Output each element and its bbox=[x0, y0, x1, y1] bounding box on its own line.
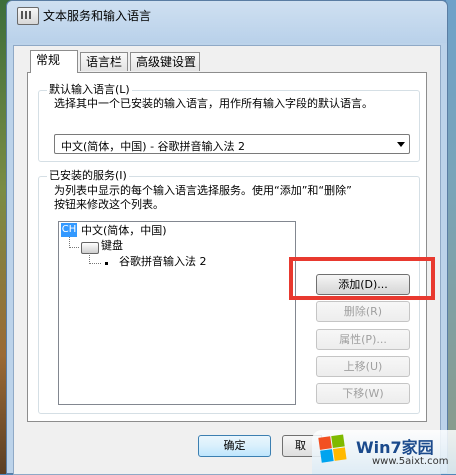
tab-advanced-key-settings[interactable]: 高级键设置 bbox=[130, 52, 200, 71]
tree-item-service[interactable]: 谷歌拼音输入法 2 bbox=[119, 255, 207, 269]
watermark-title: Win7家园 bbox=[356, 438, 434, 457]
tree-connector bbox=[69, 247, 79, 248]
windows-logo-icon bbox=[318, 434, 347, 463]
bullet-icon bbox=[105, 262, 108, 265]
tab-general[interactable]: 常规 bbox=[30, 50, 78, 73]
language-badge-icon: CH bbox=[61, 223, 77, 237]
installed-services-tree[interactable]: CH 中文(简体，中国) 键盘 谷歌拼音输入法 2 bbox=[58, 221, 296, 405]
installed-services-description-line1: 为列表中显示的每个输入语言选择服务。使用“添加”和“删除” bbox=[54, 184, 352, 197]
default-language-description: 选择其中一个已安装的输入语言，用作所有输入字段的默认语言。 bbox=[54, 97, 373, 110]
move-down-button[interactable]: 下移(W) bbox=[316, 383, 410, 404]
watermark-url: www.5aixt.com bbox=[372, 456, 449, 467]
default-language-group-label: 默认输入语言(L) bbox=[47, 83, 132, 97]
tree-connector bbox=[89, 263, 101, 264]
window-title: 文本服务和输入语言 bbox=[43, 9, 152, 23]
tab-language-bar[interactable]: 语言栏 bbox=[80, 52, 128, 71]
installed-services-description-line2: 按钮来修改这个列表。 bbox=[54, 198, 164, 211]
title-bar[interactable]: 文本服务和输入语言 bbox=[7, 1, 447, 43]
remove-button[interactable]: 删除(R) bbox=[316, 301, 410, 322]
keyboard-app-icon bbox=[17, 7, 39, 25]
tree-item-keyboard[interactable]: 键盘 bbox=[101, 239, 123, 253]
keyboard-icon bbox=[81, 242, 99, 254]
red-highlight-box bbox=[289, 257, 435, 300]
watermark: Win7家园 www.5aixt.com bbox=[312, 430, 456, 474]
default-language-select[interactable]: 中文(简体，中国) - 谷歌拼音输入法 2 bbox=[54, 134, 410, 154]
chevron-down-icon bbox=[397, 142, 405, 147]
ok-button[interactable]: 确定 bbox=[198, 435, 271, 457]
move-up-button[interactable]: 上移(U) bbox=[316, 356, 410, 377]
properties-button[interactable]: 属性(P)... bbox=[316, 329, 410, 350]
default-language-selected-value: 中文(简体，中国) - 谷歌拼音输入法 2 bbox=[61, 140, 246, 153]
tree-item-language[interactable]: 中文(简体，中国) bbox=[81, 224, 167, 238]
installed-services-group-label: 已安装的服务(I) bbox=[47, 169, 129, 183]
